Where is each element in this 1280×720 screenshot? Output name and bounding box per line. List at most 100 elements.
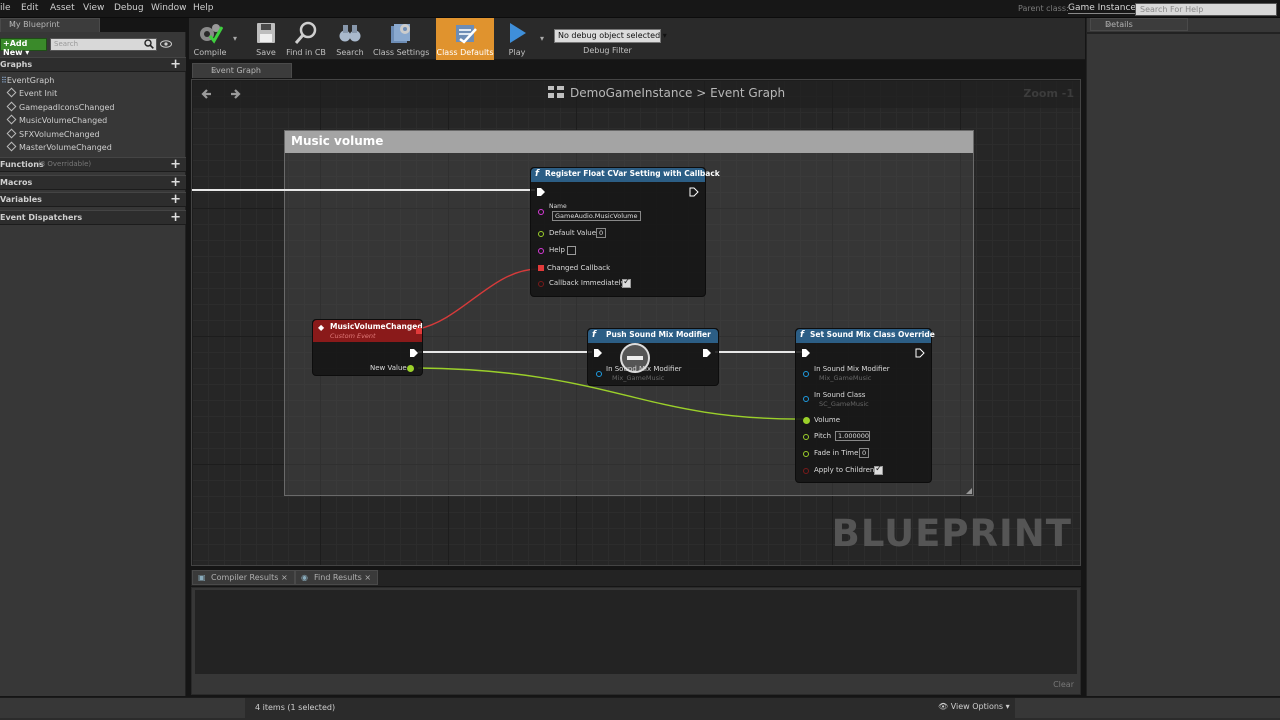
name-pin[interactable] <box>538 209 544 215</box>
functions-section[interactable]: Functions (3 Overridable) + <box>0 157 186 172</box>
compile-button[interactable]: Compile <box>191 18 229 60</box>
my-blueprint-tab[interactable]: My Blueprint × <box>0 18 100 32</box>
tree-item-eventgraph[interactable]: ⠿EventGraph <box>1 76 54 85</box>
changed-callback-pin[interactable] <box>538 265 544 271</box>
exec-in-pin[interactable] <box>536 187 546 197</box>
new-value-pin[interactable] <box>407 365 414 372</box>
tree-item-label: MusicVolumeChanged <box>19 116 108 125</box>
in-sound-mix-modifier-pin[interactable] <box>803 371 809 377</box>
close-icon[interactable]: × <box>9 20 93 29</box>
parent-class-link[interactable]: Game Instance <box>1068 3 1136 14</box>
blueprint-search-input[interactable]: Search <box>50 38 157 51</box>
clear-button[interactable]: Clear <box>1053 680 1074 689</box>
add-new-button[interactable]: +Add New ▾ <box>0 38 47 57</box>
new-value-label: New Value <box>370 364 407 372</box>
default-value-input[interactable]: 0 <box>596 228 606 238</box>
menu-asset[interactable]: Asset <box>50 3 75 13</box>
menu-edit[interactable]: Edit <box>21 3 38 13</box>
variables-section[interactable]: Variables + <box>0 192 186 207</box>
volume-pin[interactable] <box>803 417 810 424</box>
in-sound-class-select[interactable]: SC_GameMusic <box>819 400 869 408</box>
class-settings-button[interactable]: Class Settings <box>373 18 429 60</box>
delegate-out-pin[interactable] <box>416 328 422 334</box>
eye-icon: 👁 <box>938 702 951 711</box>
add-function-icon[interactable]: + <box>170 157 181 172</box>
in-sound-mix-modifier-select[interactable]: Mix_GameMusic <box>819 374 871 382</box>
in-sound-mix-modifier-pin[interactable] <box>596 371 602 377</box>
search-icon[interactable] <box>144 39 154 49</box>
add-dispatcher-icon[interactable]: + <box>170 210 181 225</box>
search-button[interactable]: Search <box>333 18 367 60</box>
fade-in-time-label: Fade in Time <box>814 449 859 457</box>
event-dispatchers-section[interactable]: Event Dispatchers + <box>0 210 186 225</box>
exec-out-pin[interactable] <box>702 348 712 358</box>
play-button[interactable]: Play <box>499 18 535 60</box>
callback-immediately-label: Callback Immediately <box>549 279 625 287</box>
add-macro-icon[interactable]: + <box>170 175 181 190</box>
tree-item-event[interactable]: MusicVolumeChanged <box>6 114 108 125</box>
name-value-input[interactable]: GameAudio.MusicVolume <box>552 211 641 221</box>
exec-out-pin[interactable] <box>915 348 925 358</box>
event-icon: ◆ <box>318 323 325 332</box>
fade-in-time-pin[interactable] <box>803 451 809 457</box>
graphs-section[interactable]: Graphs + <box>0 57 186 72</box>
push-sound-mix-modifier-node[interactable]: f Push Sound Mix Modifier In Sound Mix M… <box>587 328 719 386</box>
menu-file[interactable]: ile <box>0 3 11 13</box>
add-variable-icon[interactable]: + <box>170 192 181 207</box>
graph-canvas[interactable]: DemoGameInstance > Event Graph Zoom -1 M… <box>191 79 1081 566</box>
name-pin-label: Name <box>549 203 567 210</box>
set-sound-mix-class-override-node[interactable]: f Set Sound Mix Class Override In Sound … <box>795 328 935 483</box>
debug-object-select[interactable]: No debug object selected ▾ <box>554 29 667 43</box>
class-defaults-icon <box>456 25 477 44</box>
pitch-pin[interactable] <box>803 434 809 440</box>
exec-in-pin[interactable] <box>801 348 811 358</box>
close-icon[interactable]: × <box>362 573 371 582</box>
help-pin[interactable] <box>538 248 544 254</box>
macros-section[interactable]: Macros + <box>0 175 186 190</box>
default-value-pin[interactable] <box>538 231 544 237</box>
find-in-cb-button[interactable]: Find in CB <box>285 18 327 60</box>
menu-window[interactable]: Window <box>151 3 187 13</box>
status-right-block <box>1015 698 1280 718</box>
menu-help[interactable]: Help <box>193 3 214 13</box>
help-search-input[interactable]: Search For Help <box>1135 3 1277 16</box>
status-bar: 4 items (1 selected) 👁 View Options ▾ <box>0 697 1280 720</box>
callback-immediately-checkbox[interactable] <box>622 277 631 288</box>
class-defaults-button[interactable]: Class Defaults <box>436 18 494 60</box>
exec-in-pin[interactable] <box>593 348 603 358</box>
event-graph-tab[interactable]: Event Graph × <box>192 63 292 78</box>
tree-item-event[interactable]: SFXVolumeChanged <box>6 128 100 139</box>
save-button[interactable]: Save <box>249 18 283 60</box>
tree-item-event[interactable]: GamepadIconsChanged <box>6 101 114 112</box>
register-cvar-node[interactable]: f Register Float CVar Setting with Callb… <box>530 167 720 297</box>
fade-in-time-input[interactable]: 0 <box>859 448 869 458</box>
pitch-value-input[interactable]: 1.000000 <box>835 431 870 441</box>
add-graph-icon[interactable]: + <box>170 57 181 72</box>
compile-options-chevron-icon[interactable]: ▾ <box>233 34 237 43</box>
tree-item-event[interactable]: Event Init <box>6 87 57 98</box>
tree-item-event[interactable]: MasterVolumeChanged <box>6 141 112 152</box>
callback-immediately-pin[interactable] <box>538 281 544 287</box>
menu-debug[interactable]: Debug <box>114 3 144 13</box>
apply-to-children-checkbox[interactable] <box>874 464 883 475</box>
in-sound-class-pin[interactable] <box>803 396 809 402</box>
play-options-chevron-icon[interactable]: ▾ <box>540 34 544 43</box>
close-icon[interactable]: × <box>211 66 286 75</box>
apply-to-children-pin[interactable] <box>803 468 809 474</box>
in-sound-mix-modifier-select[interactable]: Mix_GameMusic <box>612 374 664 382</box>
help-checkbox[interactable] <box>567 246 576 255</box>
details-tab[interactable]: Details × <box>1090 18 1188 31</box>
menu-view[interactable]: View <box>83 3 104 13</box>
exec-out-pin[interactable] <box>689 187 699 197</box>
close-icon[interactable]: × <box>278 573 288 582</box>
tab-find-results[interactable]: ◉ Find Results × <box>295 570 379 585</box>
function-icon: f <box>800 330 804 340</box>
close-icon[interactable]: × <box>1105 20 1181 29</box>
debug-filter-label: Debug Filter <box>583 46 632 55</box>
view-options-button[interactable]: 👁 View Options ▾ <box>938 702 1010 711</box>
play-label: Play <box>508 48 526 57</box>
music-volume-changed-event-node[interactable]: ◆ MusicVolumeChanged Custom Event New Va… <box>312 319 423 376</box>
eye-icon[interactable] <box>160 40 172 48</box>
tab-compiler-results[interactable]: ▣ Compiler Results × <box>192 570 295 585</box>
exec-out-pin[interactable] <box>409 348 419 358</box>
